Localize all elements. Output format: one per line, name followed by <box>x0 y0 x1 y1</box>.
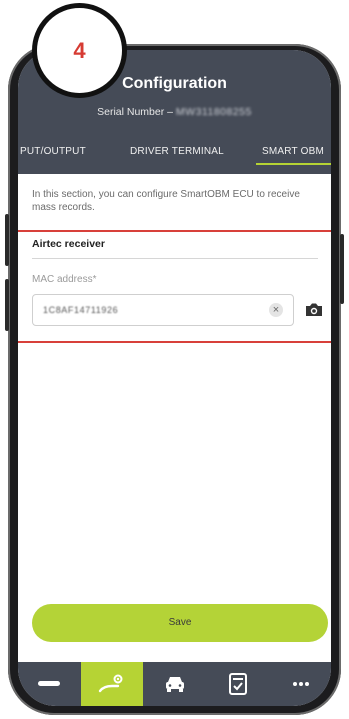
app-screen: Configuration Serial Number – MW31180825… <box>18 50 331 706</box>
step-number-badge: 4 <box>32 3 127 98</box>
serial-value: MW311808255 <box>175 106 252 118</box>
volume-down-button <box>5 279 9 331</box>
mac-address-input[interactable]: 1C8AF14711926 × <box>32 294 294 326</box>
save-button[interactable]: Save <box>32 604 328 642</box>
serial-number: Serial Number – MW311808255 <box>18 106 331 118</box>
camera-icon[interactable] <box>304 302 324 318</box>
tab-smart-obm[interactable]: SMART OBM <box>256 146 331 165</box>
section-title: Airtec receiver <box>32 238 105 250</box>
section-description: In this section, you can configure Smart… <box>32 189 300 213</box>
serial-label: Serial Number – <box>97 106 173 118</box>
mac-address-label: MAC address* <box>32 274 97 285</box>
step-number: 4 <box>73 38 86 63</box>
checklist-icon[interactable] <box>207 662 269 706</box>
more-icon[interactable] <box>270 662 331 706</box>
car-icon[interactable] <box>144 662 206 706</box>
user-settings-icon[interactable] <box>81 662 143 706</box>
power-button <box>340 234 344 304</box>
volume-up-button <box>5 214 9 266</box>
bottom-nav <box>18 662 331 706</box>
clear-icon[interactable]: × <box>269 303 283 317</box>
tab-bar: PUT/OUTPUT DRIVER TERMINAL SMART OBM <box>18 146 331 174</box>
tab-driver-terminal[interactable]: DRIVER TERMINAL <box>130 146 224 157</box>
tab-input-output[interactable]: PUT/OUTPUT <box>20 146 86 157</box>
divider <box>32 258 318 259</box>
mac-address-value: 1C8AF14711926 <box>43 305 119 315</box>
minus-icon[interactable] <box>18 662 80 706</box>
